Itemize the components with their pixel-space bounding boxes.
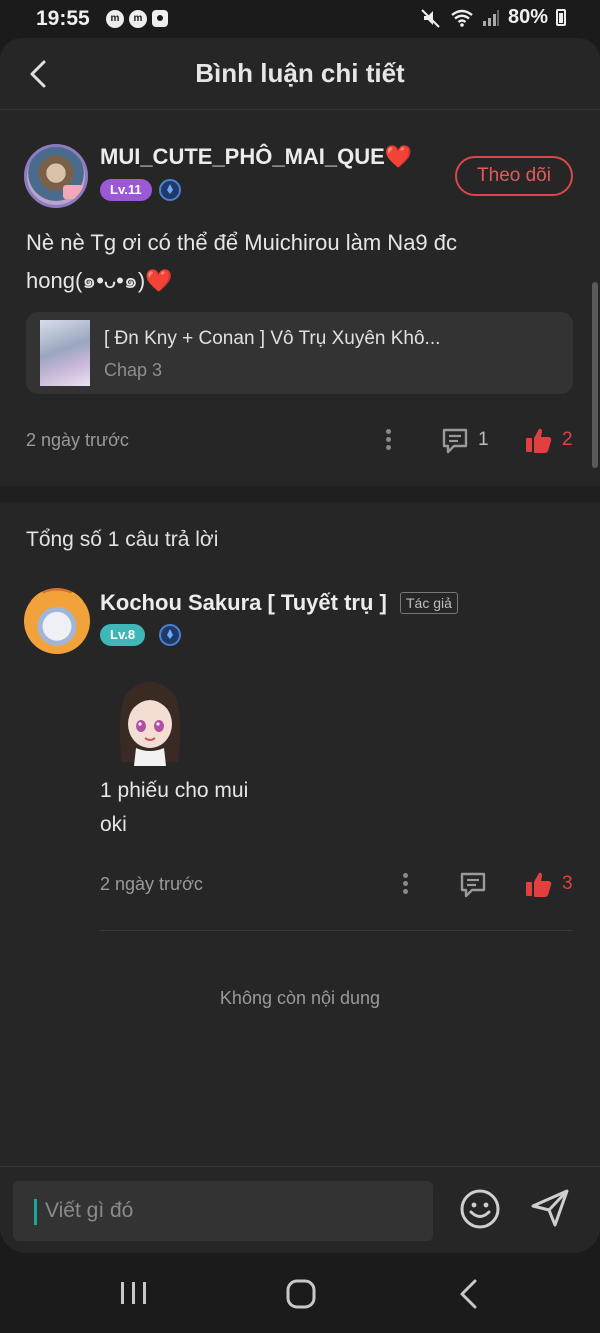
author-tag: Tác giả	[400, 592, 458, 614]
comment-line-1: Nè nè Tg ơi có thể để Muichirou làm Na9 …	[26, 230, 458, 255]
comment-input[interactable]: Viết gì đó	[13, 1181, 433, 1241]
comment-composer: Viết gì đó	[0, 1166, 600, 1253]
comment-username[interactable]: MUI_CUTE_PHÔ_MAI_QUE❤️	[100, 144, 412, 170]
chibi-sticker	[119, 682, 181, 766]
system-nav-bar	[0, 1253, 600, 1333]
diamond-badge-icon	[159, 179, 181, 201]
avatar[interactable]	[24, 144, 88, 208]
heart-emoji: ❤️	[384, 144, 413, 169]
comment-line-2-text: hong(๑•ᴗ•๑)	[26, 268, 146, 293]
follow-button[interactable]: Theo dõi	[455, 156, 573, 196]
reply-line-2: oki	[100, 813, 127, 836]
header: Bình luận chi tiết	[0, 38, 600, 110]
m-badge-icon: m	[106, 10, 124, 28]
reply-body: 1 phiếu cho mui oki	[100, 774, 248, 842]
reply-icon[interactable]	[458, 870, 488, 900]
section-divider	[0, 486, 600, 502]
story-chapter: Chap 3	[104, 360, 163, 380]
username-text: MUI_CUTE_PHÔ_MAI_QUE	[100, 144, 385, 169]
status-bar: 19:55 m m 80%	[0, 0, 600, 38]
wifi-icon	[451, 9, 473, 27]
m-badge-icon: m	[129, 10, 147, 28]
emoji-icon[interactable]	[458, 1187, 502, 1231]
comment-line-2: hong(๑•ᴗ•๑)❤️	[26, 262, 566, 300]
level-badge: Lv.8	[100, 624, 146, 646]
reply-meta: 2 ngày trước 3	[0, 870, 600, 900]
divider	[100, 930, 572, 931]
reply-username[interactable]: Kochou Sakura [ Tuyết trụ ]	[100, 590, 387, 616]
level-badge: Lv.11	[100, 179, 152, 201]
reply-count: 1	[478, 429, 489, 450]
comment-meta: 2 ngày trước 1 2	[0, 426, 600, 456]
diamond-badge-icon	[159, 624, 181, 646]
comment-detail-screen: Bình luận chi tiết MUI_CUTE_PHÔ_MAI_QUE❤…	[0, 38, 600, 1253]
status-right: 80%	[420, 6, 566, 29]
story-cover	[40, 320, 90, 386]
thumbs-up-icon[interactable]	[524, 426, 554, 456]
more-options-icon[interactable]	[403, 873, 409, 897]
end-of-content: Không còn nội dung	[219, 988, 381, 1008]
send-icon[interactable]	[527, 1185, 573, 1231]
replies-count-heading: Tổng số 1 câu trả lời	[26, 528, 219, 551]
story-title: [ Đn Kny + Conan ] Vô Trụ Xuyên Khô...	[104, 328, 441, 349]
status-time: 19:55	[36, 7, 90, 30]
scrollbar[interactable]	[592, 282, 598, 468]
screen-record-icon	[152, 10, 168, 27]
story-card[interactable]: [ Đn Kny + Conan ] Vô Trụ Xuyên Khô... C…	[26, 312, 573, 394]
recent-apps-icon[interactable]	[118, 1279, 150, 1307]
signal-icon	[482, 9, 499, 26]
comment-time: 2 ngày trước	[26, 430, 129, 450]
back-nav-icon[interactable]	[456, 1277, 482, 1311]
text-cursor	[34, 1199, 37, 1225]
home-icon[interactable]	[285, 1278, 317, 1310]
reply-icon[interactable]	[440, 426, 470, 456]
reply-line-1: 1 phiếu cho mui	[100, 779, 249, 802]
heart-emoji: ❤️	[145, 268, 173, 293]
like-count: 3	[562, 873, 573, 894]
thumbs-up-icon[interactable]	[524, 870, 554, 900]
like-count: 2	[562, 429, 573, 450]
battery-percent: 80%	[507, 6, 548, 28]
page-title: Bình luận chi tiết	[195, 58, 405, 88]
avatar[interactable]	[24, 588, 90, 654]
reply-time: 2 ngày trước	[100, 874, 203, 894]
comment-body: Nè nè Tg ơi có thể để Muichirou làm Na9 …	[26, 224, 566, 300]
battery-icon	[556, 9, 566, 26]
more-options-icon[interactable]	[386, 429, 392, 453]
mute-icon	[421, 8, 440, 28]
input-placeholder: Viết gì đó	[45, 1199, 134, 1222]
